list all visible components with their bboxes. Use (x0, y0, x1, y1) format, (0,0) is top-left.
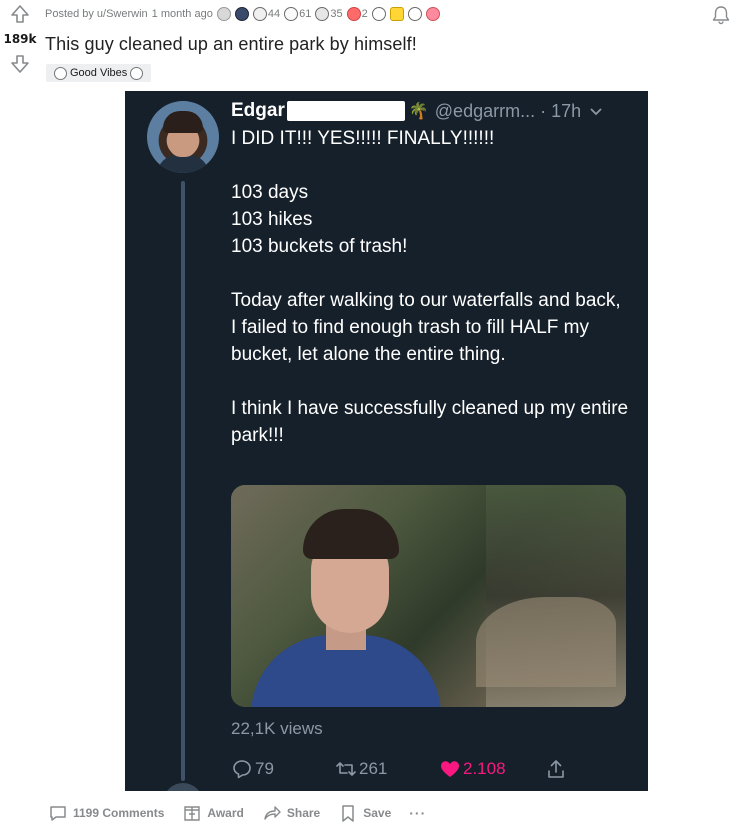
tweet-avatar (147, 101, 219, 173)
chevron-down-icon (590, 108, 602, 116)
save-label: Save (363, 806, 392, 820)
flair-label: Good Vibes (70, 67, 128, 79)
tweet-share (545, 758, 567, 780)
posted-by-label: Posted by (45, 8, 94, 20)
redaction-block (286, 101, 405, 121)
tweet-text: I DID IT!!! YES!!!!! FINALLY!!!!!! 103 d… (231, 125, 631, 449)
post-title[interactable]: This guy cleaned up an entire park by hi… (45, 34, 417, 55)
award-count: 2 (361, 8, 368, 20)
wholesome-award-icon (252, 7, 267, 21)
award-count: 61 (299, 8, 312, 20)
award-party[interactable] (407, 7, 422, 21)
tweet-video-thumbnail (231, 485, 626, 707)
award-take-my-energy[interactable]: 35 (315, 7, 343, 21)
tweet-reply: 79 (231, 758, 335, 780)
notification-bell-icon[interactable] (710, 4, 732, 26)
save-button[interactable]: Save (338, 803, 391, 823)
tweet-line: 103 days (231, 182, 309, 203)
share-arrow-icon (264, 806, 281, 820)
silver-award-icon (216, 7, 231, 21)
award-button[interactable]: Award (182, 803, 244, 823)
award-count: 35 (330, 8, 343, 20)
video-trail (476, 597, 616, 687)
post-flair[interactable]: Good Vibes (46, 64, 152, 82)
tweet-handle: @edgarrm... · 17h (434, 100, 582, 121)
post-footer: 1199 Comments Award Share Save ··· (48, 802, 444, 824)
thread-line (181, 181, 185, 781)
post-meta: Posted by u/Swerwin 1 month ago 44 61 35… (45, 6, 444, 22)
tweet-line: 103 buckets of trash! (231, 236, 408, 257)
post-image[interactable]: Edgar 🌴 @edgarrm... · 17h I DID IT!!! YE… (125, 91, 648, 791)
reply-count: 79 (255, 759, 274, 778)
tweet-author-name: Edgar (231, 100, 285, 121)
tweet-line: I think I have successfully cleaned up m… (231, 398, 629, 446)
tweet-like: 2.108 (439, 758, 545, 780)
like-count: 2.108 (463, 759, 506, 778)
comments-button[interactable]: 1199 Comments (48, 803, 164, 823)
tweet-line: 103 hikes (231, 209, 313, 230)
downvote-arrow-icon (11, 55, 29, 73)
award-cake[interactable] (425, 7, 440, 21)
tweet-actions: 79 261 2.108 (231, 759, 571, 779)
downvote-button[interactable] (8, 52, 32, 76)
tweet-line: Today after walking to our waterfalls an… (231, 290, 621, 365)
share-upload-icon (548, 760, 564, 778)
share-button[interactable]: Share (262, 803, 320, 823)
post-time[interactable]: 1 month ago (152, 8, 213, 20)
share-label: Share (286, 806, 321, 820)
retweet-count: 261 (359, 759, 388, 778)
upvote-arrow-icon (11, 5, 29, 23)
award-heart[interactable]: 2 (346, 7, 368, 21)
award-starstruck[interactable] (371, 7, 386, 21)
award-silver[interactable] (216, 7, 231, 21)
upvote-button[interactable] (8, 2, 32, 26)
tweet-retweet: 261 (335, 758, 439, 780)
award-wholesome[interactable]: 44 (252, 7, 281, 21)
more-options-button[interactable]: ··· (409, 805, 426, 821)
award-upvote[interactable] (389, 7, 404, 21)
heart-award-icon (346, 7, 361, 21)
flair-emoji-icon (130, 66, 144, 80)
vote-score: 189k (3, 32, 37, 46)
flair-emoji-icon (54, 66, 67, 80)
retweet-icon (336, 762, 356, 776)
take-my-energy-award-icon (315, 7, 330, 21)
upvote-award-icon (389, 7, 404, 21)
bookmark-icon (342, 805, 354, 822)
helpful-award-icon (234, 7, 249, 21)
gift-icon (184, 806, 201, 821)
party-award-icon (407, 7, 422, 21)
avatar-hair (163, 111, 203, 133)
reply-icon (233, 760, 251, 779)
comment-icon (50, 806, 66, 821)
palm-tree-icon: 🌴 (408, 103, 429, 120)
starstruck-award-icon (371, 7, 386, 21)
award-helpful[interactable] (234, 7, 249, 21)
award-hugz[interactable]: 61 (284, 7, 311, 21)
author-link[interactable]: u/Swerwin (97, 8, 148, 20)
next-tweet-avatar (163, 783, 203, 791)
tweet-views: 22,1K views (231, 719, 323, 738)
comments-label: 1199 Comments (73, 806, 165, 820)
tweet-header: Edgar 🌴 @edgarrm... · 17h (231, 99, 603, 123)
more-options-icon: ··· (409, 805, 427, 821)
cake-award-icon (425, 7, 440, 21)
tweet-line: I DID IT!!! YES!!!!! FINALLY!!!!!! (231, 128, 495, 149)
vote-column: 189k (0, 0, 40, 76)
avatar-shirt (157, 155, 209, 173)
heart-icon (441, 761, 459, 777)
award-label: Award (207, 806, 244, 820)
award-count: 44 (267, 8, 281, 20)
hugz-award-icon (284, 7, 299, 21)
awards-list[interactable]: 44 61 35 2 (216, 7, 444, 21)
